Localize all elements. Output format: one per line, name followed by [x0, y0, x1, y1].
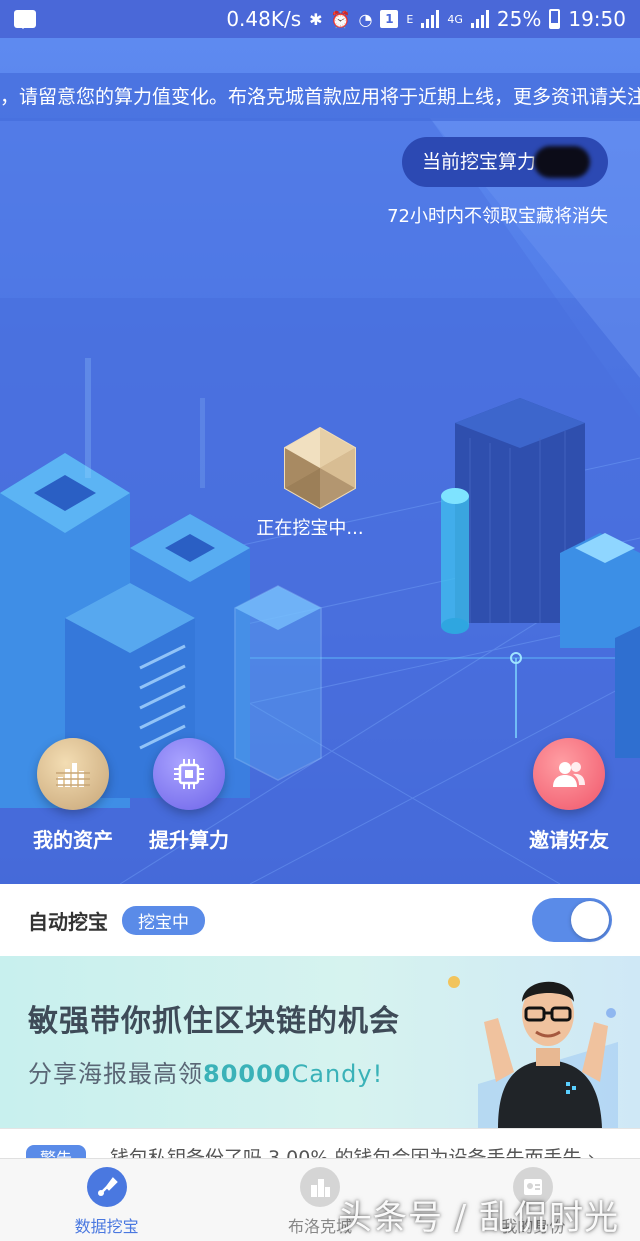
toggle-knob — [571, 901, 609, 939]
battery-icon — [549, 9, 561, 29]
warning-notice[interactable]: 警告 钱包私钥备份了吗 3.00% 的钱包会因为设备丢失而丢失 › — [0, 1128, 640, 1160]
sim-1-icon: 1 — [380, 10, 399, 28]
my-assets-button[interactable]: 我的资产 — [8, 738, 138, 853]
nav-label-data-mining: 数据挖宝 — [74, 1217, 139, 1236]
signal-icon — [421, 10, 440, 28]
network-speed: 0.48K/s — [226, 7, 302, 31]
auto-mining-row: 自动挖宝 挖宝中 — [0, 884, 640, 956]
mining-status-badge: 挖宝中 — [122, 905, 205, 935]
banner-sub-amount: 80000 — [203, 1060, 292, 1088]
city-icon — [299, 1167, 340, 1207]
boost-power-button[interactable]: 提升算力 — [124, 738, 254, 853]
network-e-label: E — [406, 12, 414, 26]
clock: 19:50 — [568, 7, 626, 31]
invite-friends-label: 邀请好友 — [529, 828, 609, 852]
my-assets-label: 我的资产 — [33, 828, 113, 852]
current-power-button[interactable]: 当前挖宝算力 — [402, 137, 608, 187]
network-4g-label: 4G — [447, 12, 463, 26]
mining-status: 正在挖宝中... — [0, 514, 640, 540]
banner-title: 敏强带你抓住区块链的机会 — [28, 1004, 400, 1039]
status-bar-left — [14, 10, 36, 29]
mining-status-text: 正在挖宝中... — [256, 518, 364, 539]
battery-percent: 25% — [496, 7, 542, 31]
shovel-icon — [86, 1167, 127, 1207]
friends-icon — [533, 738, 605, 810]
banner-sub-prefix: 分享海报最高领 — [28, 1060, 203, 1088]
status-bar-right: 0.48K/s ✱ ⏰ ◔ 1 E 4G 25% 19:50 — [226, 7, 626, 31]
mining-hero: ，请留意您的算力值变化。布洛克城首款应用将于近期上线，更多资讯请关注公众号 当前… — [0, 38, 640, 884]
current-power-label: 当前挖宝算力 — [422, 151, 537, 173]
banner-sub-unit: Candy! — [291, 1060, 384, 1088]
alarm-icon: ⏰ — [330, 9, 351, 29]
chip-icon — [153, 738, 225, 810]
watermark: 头条号 / 乱侃时光 — [338, 1198, 620, 1238]
decor-dot — [448, 976, 460, 988]
presenter-photo — [478, 981, 618, 1128]
redacted-power-value — [534, 146, 590, 178]
treasure-gem-icon[interactable] — [283, 426, 357, 510]
auto-mining-toggle[interactable] — [532, 898, 612, 942]
treasure-expire-note: 72小时内不领取宝藏将消失 — [387, 206, 608, 227]
status-bar: 0.48K/s ✱ ⏰ ◔ 1 E 4G 25% 19:50 — [0, 0, 640, 38]
boost-power-label: 提升算力 — [149, 828, 229, 852]
auto-mining-label: 自动挖宝 — [28, 909, 108, 934]
nav-item-data-mining[interactable]: 数据挖宝 — [0, 1159, 213, 1241]
message-icon — [14, 10, 36, 29]
equalizer-icon — [37, 738, 109, 810]
wifi-icon: ◔ — [358, 9, 373, 29]
banner-subtitle: 分享海报最高领80000Candy! — [28, 1054, 383, 1089]
4g-signal-icon — [470, 10, 489, 28]
bluetooth-icon: ✱ — [309, 9, 323, 29]
promo-banner[interactable]: 敏强带你抓住区块链的机会 分享海报最高领80000Candy! — [0, 956, 640, 1128]
invite-friends-button[interactable]: 邀请好友 — [504, 738, 634, 853]
announcement-ticker[interactable]: ，请留意您的算力值变化。布洛克城首款应用将于近期上线，更多资讯请关注公众号 — [0, 73, 640, 121]
